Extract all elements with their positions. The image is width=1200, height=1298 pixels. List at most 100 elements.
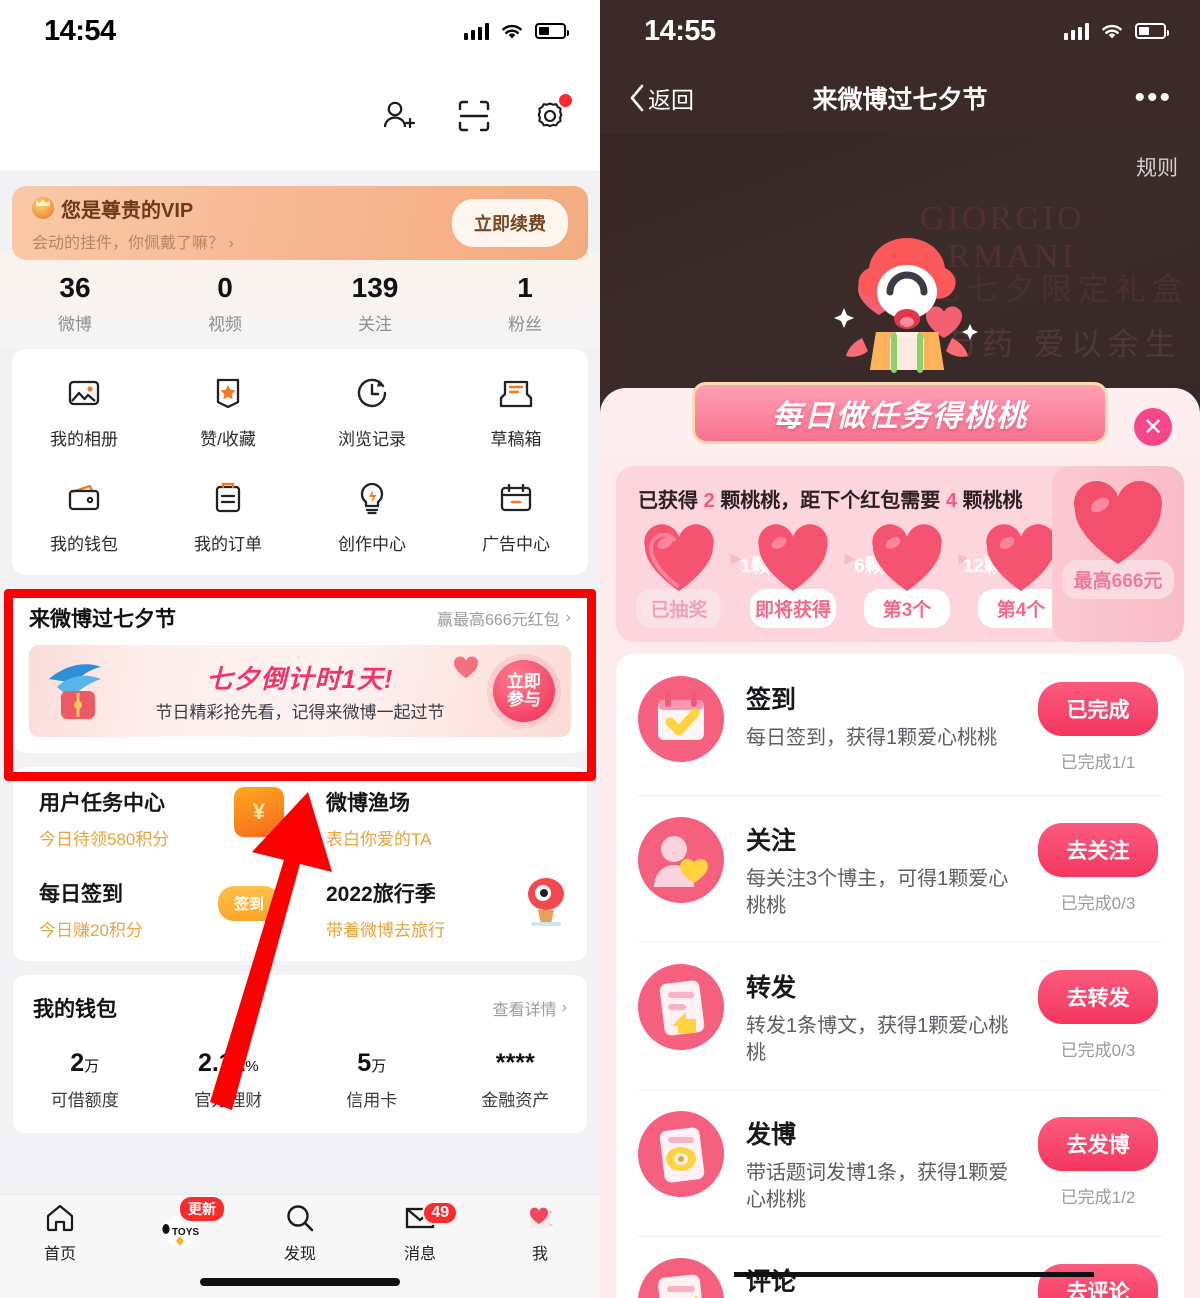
wallet-credit-card[interactable]: 5万 信用卡 — [300, 1049, 444, 1111]
chevron-left-icon — [630, 84, 644, 112]
task-text: 关注 每关注3个博主，可得1颗爱心桃桃 — [724, 817, 1032, 920]
repost-arrow-icon — [638, 964, 724, 1050]
status-bar: 14:55 — [600, 0, 1200, 62]
grid-item-orders[interactable]: 我的订单 — [156, 476, 300, 555]
profile-top-actions — [0, 62, 600, 170]
task-text: 转发 转发1条博文，获得1颗爱心桃桃 — [724, 964, 1032, 1067]
back-button[interactable]: 返回 — [628, 81, 694, 115]
stat-weibo[interactable]: 36 微博 — [0, 272, 150, 335]
chevron-right-icon: › — [228, 234, 234, 252]
step-caption: 第3个 — [864, 589, 950, 628]
grid-item-creator[interactable]: 创作中心 — [300, 476, 444, 555]
wallet-value: **** — [495, 1049, 535, 1077]
grid-item-wallet[interactable]: 我的钱包 — [12, 476, 156, 555]
calendar-check-icon — [638, 676, 724, 762]
weibo-profile-screen: 14:54 您是尊贵的VIP 会动的挂件，你佩戴了嘛？ › 立即续费 36 微博… — [0, 0, 600, 1298]
wallet-stats-row: 2万 可借额度 2.11% 官方理财 5万 信用卡 **** 金融资产 — [13, 1049, 587, 1111]
task-button[interactable]: 去发博 — [1038, 1117, 1158, 1171]
checkin-button[interactable]: 签到 — [217, 886, 280, 921]
comment-pencil-icon — [638, 1258, 724, 1298]
progress-step-2[interactable]: 6颗 即将获得 — [744, 523, 884, 628]
task-action: 去评论 — [1032, 1258, 1164, 1298]
tab-toys[interactable]: TOYS 更新 — [120, 1195, 240, 1271]
vip-subtitle-row: 会动的挂件，你佩戴了嘛？ › — [32, 229, 452, 253]
vip-renew-button[interactable]: 立即续费 — [452, 199, 568, 247]
vip-banner[interactable]: 您是尊贵的VIP 会动的挂件，你佩戴了嘛？ › 立即续费 — [12, 186, 588, 260]
grid-item-history[interactable]: 浏览记录 — [300, 371, 444, 450]
promo-subline: 节日精彩抢先看，记得来微博一起过节 — [155, 703, 445, 722]
task-action: 去关注 已完成0/3 — [1032, 817, 1164, 914]
promo-banner-image[interactable]: 七夕倒计时1天! 节日精彩抢先看，记得来微博一起过节 立即 参与 — [29, 645, 571, 737]
grid-item-likes[interactable]: 赞/收藏 — [156, 371, 300, 450]
status-time: 14:54 — [44, 14, 116, 47]
more-options-icon[interactable]: ••• — [1134, 83, 1172, 113]
task-button[interactable]: 去评论 — [1038, 1264, 1158, 1298]
progress-step-1[interactable]: 1颗 已抽奖 — [630, 523, 770, 628]
wallet-assets[interactable]: **** 金融资产 — [444, 1049, 588, 1111]
wallet-official-finance[interactable]: 2.11% 官方理财 — [157, 1049, 301, 1111]
lightbulb-icon — [300, 476, 444, 520]
wallet-value: 2.11 — [197, 1049, 246, 1077]
qr-scan-icon[interactable] — [454, 96, 494, 136]
grid-item-album[interactable]: 我的相册 — [12, 371, 156, 450]
tab-profile[interactable]: 我 — [480, 1195, 600, 1271]
wallet-unit: 万 — [371, 1058, 387, 1075]
wallet-credit-limit[interactable]: 2万 可借额度 — [13, 1049, 157, 1111]
tab-messages[interactable]: 49 消息 — [360, 1195, 480, 1271]
progress-final-reward[interactable]: 84颗 最高666元 — [1052, 466, 1184, 642]
task-row-post[interactable]: 发博 带话题词发博1条，获得1颗爱心桃桃 去发博 已完成1/2 — [616, 1089, 1184, 1236]
tab-label: 首页 — [43, 1246, 76, 1263]
tab-home[interactable]: 首页 — [0, 1195, 120, 1271]
stat-followers[interactable]: 1 粉丝 — [450, 272, 600, 335]
task-text: 签到 每日签到，获得1颗爱心桃桃 — [724, 676, 1032, 752]
grid-item-ads[interactable]: 广告中心 — [444, 476, 588, 555]
wallet-unit: 万 — [84, 1058, 100, 1075]
qixi-promo-card[interactable]: 来微博过七夕节 赢最高666元红包 › 七夕倒计时1天! 节日精彩抢先看，记得来… — [13, 589, 587, 753]
promo-title: 来微博过七夕节 — [29, 608, 176, 631]
task-name: 关注 — [746, 827, 797, 855]
promo-subtitle-row[interactable]: 赢最高666元红包 › — [437, 606, 571, 630]
peach-heart-icon: 1颗 — [641, 523, 770, 593]
tab-label: 消息 — [403, 1246, 436, 1263]
close-icon[interactable]: ✕ — [1134, 408, 1172, 446]
task-daily-checkin[interactable]: 每日签到 今日赚20积分 签到 — [13, 878, 300, 941]
task-subtitle: 表白你爱的TA — [326, 830, 432, 849]
task-travel-season[interactable]: 2022旅行季 带着微博去旅行 — [300, 878, 587, 941]
promo-cta-line1: 立即 — [507, 672, 541, 692]
promo-text-block: 七夕倒计时1天! 节日精彩抢先看，记得来微博一起过节 — [156, 659, 445, 723]
calendar-ad-icon — [444, 476, 588, 520]
task-row-checkin[interactable]: 签到 每日签到，获得1颗爱心桃桃 已完成 已完成1/1 — [616, 654, 1184, 795]
ribbon-text: 每日做任务得桃桃 — [772, 400, 1028, 433]
task-row-comment[interactable]: 评论 评论1条话题词博文，获得1颗爱心桃桃 去评论 — [616, 1236, 1184, 1298]
task-name: 评论 — [746, 1268, 797, 1296]
task-button[interactable]: 去转发 — [1038, 970, 1158, 1024]
tab-discover[interactable]: 发现 — [240, 1195, 360, 1271]
task-user-center[interactable]: 用户任务中心 今日待领580积分 — [13, 787, 300, 850]
stat-video[interactable]: 0 视频 — [150, 272, 300, 335]
task-row-follow[interactable]: 关注 每关注3个博主，可得1颗爱心桃桃 去关注 已完成0/3 — [616, 795, 1184, 942]
task-button[interactable]: 已完成 — [1038, 682, 1158, 736]
task-fish-farm[interactable]: 微博渔场 表白你爱的TA — [300, 787, 587, 850]
grid-item-drafts[interactable]: 草稿箱 — [444, 371, 588, 450]
task-row-2: 每日签到 今日赚20积分 签到 2022旅行季 带着微博去旅行 — [13, 878, 587, 941]
add-friend-icon[interactable] — [378, 96, 418, 136]
wallet-label: 官方理财 — [194, 1091, 263, 1110]
promo-join-button[interactable]: 立即 参与 — [493, 660, 555, 722]
vip-title: 您是尊贵的VIP — [61, 199, 194, 222]
task-name: 签到 — [746, 686, 797, 714]
grid-item-label: 广告中心 — [482, 535, 550, 554]
grid-item-label: 浏览记录 — [338, 430, 406, 449]
task-progress: 已完成1/2 — [1060, 1188, 1136, 1207]
stat-following[interactable]: 139 关注 — [300, 272, 450, 335]
task-row-repost[interactable]: 转发 转发1条博文，获得1颗爱心桃桃 去转发 已完成0/3 — [616, 942, 1184, 1089]
task-action: 已完成 已完成1/1 — [1032, 676, 1164, 773]
rules-link[interactable]: 规则 — [1136, 152, 1178, 182]
progress-step-3[interactable]: 12颗 第3个 — [858, 523, 1003, 628]
task-list: 签到 每日签到，获得1颗爱心桃桃 已完成 已完成1/1 关注 每关注3个博主，可… — [616, 654, 1184, 1298]
wallet-value-wrap: 5万 — [300, 1049, 444, 1078]
signal-bars-icon — [1064, 22, 1089, 40]
task-desc: 每关注3个博主，可得1颗爱心桃桃 — [746, 868, 1009, 917]
task-button[interactable]: 去关注 — [1038, 823, 1158, 877]
settings-gear-icon[interactable] — [530, 94, 572, 136]
wallet-detail-link[interactable]: 查看详情 › — [493, 996, 567, 1020]
